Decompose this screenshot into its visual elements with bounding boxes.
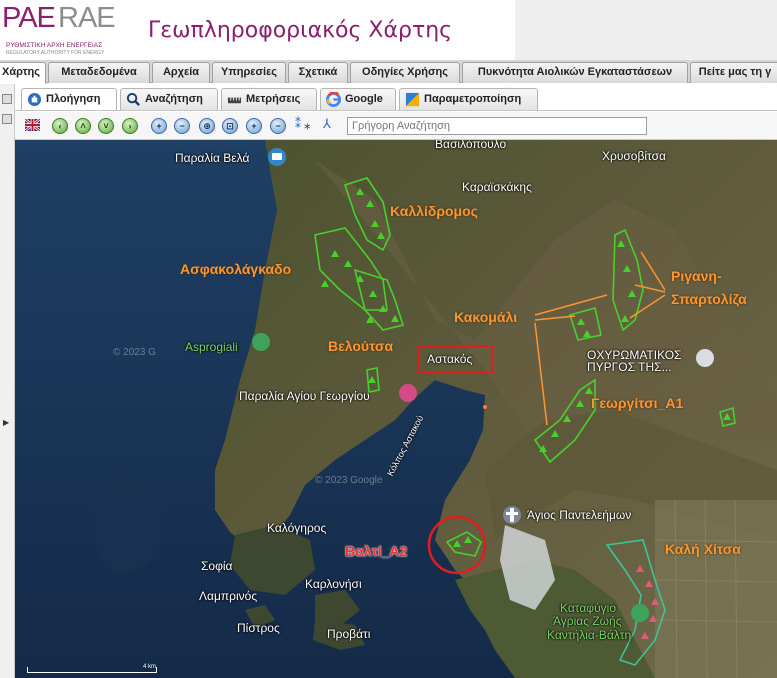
project-label-kallidromos[interactable]: Καλλίδρομος (390, 203, 478, 219)
tab-map[interactable]: Χάρτης (0, 62, 46, 84)
tab-navigation-label: Πλοήγηση (46, 93, 101, 105)
place-label: Πίστρος (237, 621, 280, 635)
search-icon (126, 92, 140, 106)
zoom-extent-icon[interactable]: ⊡ (222, 118, 238, 134)
project-label-veloutsa[interactable]: Βελούτσα (328, 338, 393, 354)
zoom-out-icon[interactable]: − (174, 118, 190, 134)
project-label-asfakolagkado[interactable]: Ασφακολάγκαδο (180, 261, 291, 277)
wildlife-pin-icon[interactable] (631, 604, 649, 622)
logo-pae-text: PAE (2, 2, 56, 34)
project-label-kali-hitsa[interactable]: Καλή Χίτσα (665, 541, 741, 557)
project-label-spartoliza[interactable]: Σπαρτολίζα (671, 291, 747, 307)
previous-extent-icon[interactable]: ‹ (52, 118, 68, 134)
place-label: Προβάτι (327, 627, 371, 641)
pin-icon[interactable] (2, 94, 12, 104)
zoom-out-minus-icon[interactable]: − (270, 118, 286, 134)
map-watermark: © 2023 G (113, 347, 156, 358)
tab-search-label: Αναζήτηση (145, 93, 203, 105)
logo-subtitle-greek: ΡΥΘΜΙΣΤΙΚΗ ΑΡΧΗ ΕΝΕΡΓΕΙΑΣ (6, 42, 103, 49)
header: PAE RAE ΡΥΘΜΙΣΤΙΚΗ ΑΡΧΗ ΕΝΕΡΓΕΙΑΣ REGULA… (0, 0, 777, 60)
tab-wind-density[interactable]: Πυκνότητα Αιολικών Εγκαταστάσεων (462, 62, 688, 83)
place-label: Άγριας Ζωής (553, 614, 622, 628)
scale-label: 4 km (143, 664, 157, 670)
tab-user-guide[interactable]: Οδηγίες Χρήσης (350, 62, 460, 83)
google-icon (326, 92, 341, 107)
project-label-georgitsi[interactable]: Γεωργίτσι_Α1 (591, 395, 683, 411)
tab-about[interactable]: Σχετικά (288, 62, 348, 83)
project-label-rigani[interactable]: Ριγανη- (671, 268, 722, 284)
tab-files[interactable]: Αρχεία (152, 62, 210, 83)
header-right-panel (515, 0, 777, 60)
place-label: Παραλία Βελά (175, 151, 250, 165)
project-label-valti[interactable]: Βαλτί_Α2 (345, 543, 407, 559)
place-label: Καρλονήσι (305, 577, 362, 591)
tower-pin-icon[interactable] (696, 349, 714, 367)
tab-navigation[interactable]: Πλοήγηση (21, 88, 117, 110)
place-label: Χρυσοβίτσα (602, 149, 666, 163)
logo-rae-text: RAE (58, 2, 116, 34)
quick-search-input[interactable] (347, 117, 647, 135)
pan-up-icon[interactable]: ˄ (75, 118, 91, 134)
astakos-highlight-box (418, 345, 493, 373)
map-canvas[interactable]: Βασιλόπουλο Παραλία Βελά Χρυσοβίτσα Καρα… (15, 140, 777, 678)
place-label: Καλόγηρος (267, 521, 327, 535)
place-label: Καντήλια-Βάλτη (547, 628, 632, 642)
next-extent-icon[interactable]: › (122, 118, 138, 134)
network-icon[interactable]: ⅄ (323, 116, 331, 132)
tab-metadata[interactable]: Μεταδεδομένα (48, 62, 150, 83)
left-collapse-strip: ▶ (0, 84, 15, 678)
place-label: ΠΥΡΓΟΣ ΤΗΣ... (587, 360, 672, 374)
expand-panel-icon[interactable]: ▶ (3, 418, 9, 427)
zoom-in-plus-icon[interactable]: + (246, 118, 262, 134)
tab-search[interactable]: Αναζήτηση (120, 88, 218, 110)
main-tabs: Χάρτης Μεταδεδομένα Αρχεία Υπηρεσίες Σχε… (0, 60, 777, 84)
page-title: Γεωπληροφοριακός Χάρτης (148, 18, 453, 43)
place-label: Asprogiali (185, 340, 238, 354)
uk-flag-icon[interactable] (25, 119, 40, 131)
zoom-in-icon[interactable]: + (151, 118, 167, 134)
place-label: Βασιλόπουλο (435, 140, 507, 151)
beach-pin-icon[interactable] (399, 384, 417, 402)
settings-icon (405, 92, 420, 107)
tab-google-label: Google (345, 93, 383, 105)
sub-tabs: Πλοήγηση Αναζήτηση Μετρήσεις Google Παρα… (15, 84, 777, 111)
pan-down-icon[interactable]: ˅ (98, 118, 114, 134)
app-window: PAE RAE ΡΥΘΜΙΣΤΙΚΗ ΑΡΧΗ ΕΝΕΡΓΕΙΑΣ REGULA… (0, 0, 777, 678)
place-label: Καταφύγιο (560, 601, 616, 615)
place-label: Παραλία Αγίου Γεωργίου (239, 389, 370, 403)
tab-settings-label: Παραμετροποίηση (424, 93, 522, 105)
place-label: Λαμπρινός (199, 589, 258, 603)
place-label: Άγιος Παντελεήμων (527, 508, 632, 522)
zoom-box-icon[interactable]: ⊕ (199, 118, 215, 134)
tab-settings[interactable]: Παραμετροποίηση (399, 88, 538, 110)
tab-measurements-label: Μετρήσεις (246, 93, 301, 105)
poi-pin-icon[interactable] (252, 333, 270, 351)
rae-logo[interactable]: PAE RAE ΡΥΘΜΙΣΤΙΚΗ ΑΡΧΗ ΕΝΕΡΓΕΙΑΣ REGULA… (2, 2, 118, 58)
tab-services[interactable]: Υπηρεσίες (212, 62, 286, 83)
scale-bar (27, 667, 157, 673)
layer-icon[interactable] (2, 114, 12, 124)
tab-google[interactable]: Google (320, 88, 396, 110)
logo-subtitle-english: REGULATORY AUTHORITY FOR ENERGY (6, 50, 105, 56)
tab-measurements[interactable]: Μετρήσεις (221, 88, 317, 110)
place-label: Καραϊσκάκης (462, 180, 532, 194)
map-watermark: © 2023 Google (315, 475, 383, 486)
hand-icon (27, 92, 42, 107)
info-icon[interactable]: ⁎ (304, 117, 311, 133)
map-toolbar: ‹ ˄ ˅ › + − ⊕ ⊡ + − ⁑ ⁎ ⅄ (15, 112, 777, 140)
ruler-icon (227, 97, 242, 104)
tab-feedback[interactable]: Πείτε μας τη γ (690, 62, 777, 83)
identify-icon[interactable]: ⁑ (295, 117, 301, 131)
project-label-kakomali[interactable]: Κακομάλι (454, 309, 517, 325)
place-label: Σοφία (201, 559, 233, 573)
